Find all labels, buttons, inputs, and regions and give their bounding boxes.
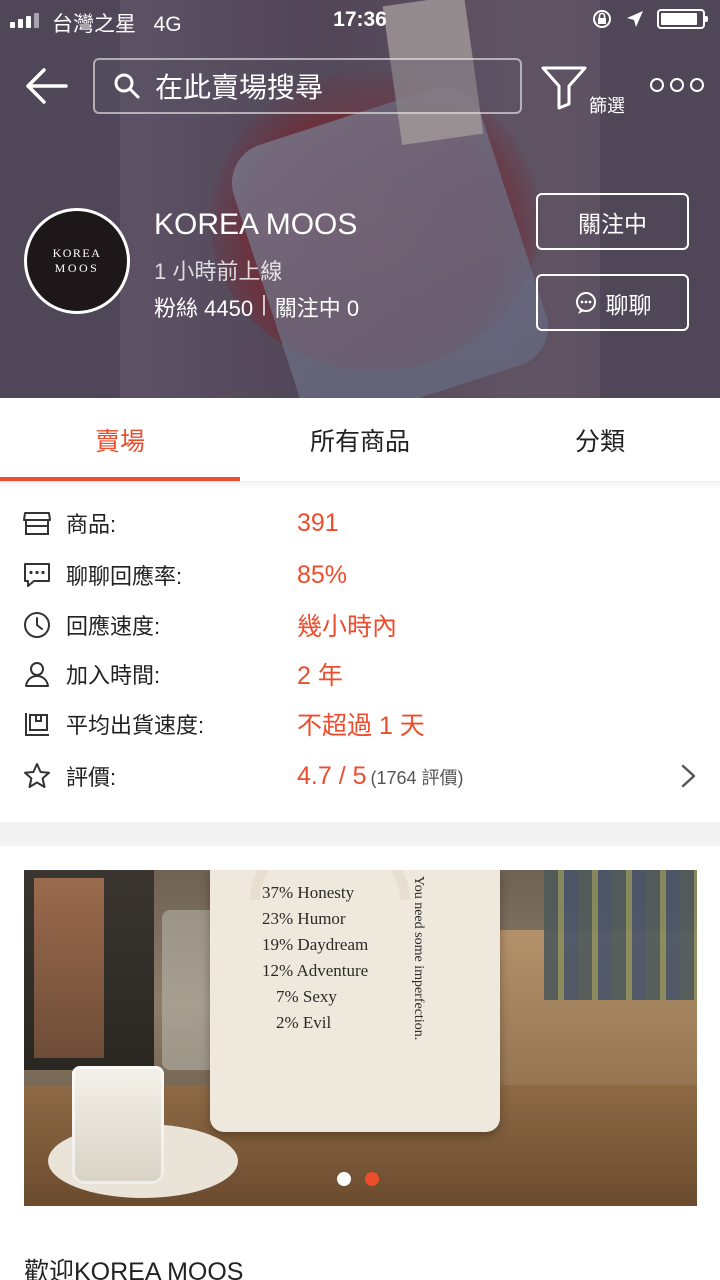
shop-avatar[interactable]: KOREA MOOS bbox=[24, 208, 130, 314]
info-value: 不超過 1 天 bbox=[297, 712, 425, 740]
carousel-dot-active[interactable] bbox=[365, 1172, 379, 1186]
chat-button-label: 聊聊 bbox=[605, 291, 652, 318]
info-value: 85% bbox=[297, 560, 348, 589]
search-icon bbox=[114, 73, 140, 99]
tote-line: 2% Evil bbox=[276, 1013, 332, 1032]
info-row-products: 商品: 391 bbox=[0, 498, 720, 548]
tote-side-text: You need some imperfection. bbox=[411, 876, 426, 1041]
clock-icon bbox=[24, 612, 50, 638]
banner-plaid-cloth bbox=[544, 870, 697, 1000]
info-row-chat-rate: 聊聊回應率: 85% bbox=[0, 550, 720, 600]
tab-shop[interactable]: 賣場 bbox=[0, 398, 240, 481]
banner-tote-bag: 37% Honesty 23% Humor 19% Daydream 12% A… bbox=[210, 870, 500, 1132]
last-online-status: 1 小時前上線 bbox=[154, 259, 283, 284]
shop-name: KOREA MOOS bbox=[154, 208, 358, 241]
info-label: 評價: bbox=[66, 765, 117, 790]
tote-line: 12% Adventure bbox=[262, 961, 369, 980]
followers-count[interactable]: 粉絲 4450 bbox=[154, 291, 253, 323]
info-value: 幾小時內 bbox=[297, 613, 398, 641]
store-icon bbox=[23, 512, 51, 535]
user-icon bbox=[25, 662, 49, 687]
follow-button[interactable]: 關注中 bbox=[536, 193, 689, 250]
rating-count: (1764 評價) bbox=[370, 767, 464, 788]
filter-button[interactable]: 篩選 bbox=[540, 64, 630, 116]
carousel-indicator bbox=[337, 1172, 379, 1186]
info-row-response-speed: 回應速度: 幾小時內 bbox=[0, 600, 720, 650]
location-arrow-icon bbox=[627, 11, 643, 27]
shipping-box-icon bbox=[25, 713, 49, 736]
follow-button-label: 關注中 bbox=[578, 210, 647, 237]
info-row-shipping: 平均出貨速度: 不超過 1 天 bbox=[0, 699, 720, 749]
chat-button[interactable]: 聊聊 bbox=[536, 274, 689, 331]
status-bar: 台灣之星 4G 17:36 bbox=[0, 0, 720, 40]
avatar-logo-text-2: MOOS bbox=[54, 261, 100, 275]
info-row-rating[interactable]: 評價: 4.7 / 5 (1764 評價) bbox=[0, 751, 720, 801]
carousel-dot[interactable] bbox=[337, 1172, 351, 1186]
avatar-logo-text: KOREA bbox=[52, 246, 102, 260]
tab-divider bbox=[0, 482, 720, 490]
rating-value: 4.7 / 5 (1764 評價) bbox=[297, 762, 464, 791]
chat-icon bbox=[575, 291, 596, 314]
back-arrow-icon[interactable] bbox=[22, 64, 70, 108]
info-value: 391 bbox=[297, 508, 339, 537]
info-label: 商品: bbox=[66, 512, 117, 537]
filter-label: 篩選 bbox=[589, 96, 625, 116]
chevron-right-icon[interactable] bbox=[680, 763, 698, 789]
tote-line: 19% Daydream bbox=[262, 935, 369, 954]
welcome-text: 歡迎KOREA MOOS bbox=[24, 1258, 244, 1280]
filter-icon bbox=[541, 66, 587, 110]
tote-line: 7% Sexy bbox=[276, 987, 337, 1006]
shop-tabs: 賣場 所有商品 分類 bbox=[0, 398, 720, 482]
star-icon bbox=[24, 763, 50, 788]
shop-banner-carousel[interactable]: 37% Honesty 23% Humor 19% Daydream 12% A… bbox=[24, 870, 697, 1206]
info-row-joined: 加入時間: 2 年 bbox=[0, 649, 720, 699]
following-count[interactable]: 關注中 0 bbox=[275, 291, 359, 323]
tab-all-products[interactable]: 所有商品 bbox=[240, 398, 480, 481]
info-label: 平均出貨速度: bbox=[66, 713, 205, 738]
tote-line: 23% Humor bbox=[262, 909, 346, 928]
info-label: 加入時間: bbox=[66, 663, 161, 688]
tote-bag-text: 37% Honesty 23% Humor 19% Daydream 12% A… bbox=[262, 880, 368, 1036]
tote-line: 37% Honesty bbox=[262, 883, 355, 902]
info-label: 回應速度: bbox=[66, 614, 161, 639]
shop-stats: 粉絲 4450 | 關注中 0 bbox=[154, 291, 359, 323]
stats-separator: | bbox=[261, 291, 267, 316]
battery-icon bbox=[657, 9, 708, 29]
search-placeholder: 在此賣場搜尋 bbox=[155, 72, 324, 103]
info-label: 聊聊回應率: bbox=[66, 564, 183, 589]
search-input[interactable]: 在此賣場搜尋 bbox=[93, 58, 522, 114]
section-divider bbox=[0, 822, 720, 846]
banner-candle bbox=[72, 1066, 164, 1184]
rating-score: 4.7 / 5 bbox=[297, 761, 367, 790]
rotation-lock-icon bbox=[593, 10, 611, 28]
banner-window bbox=[24, 870, 154, 1070]
chat-bubble-icon bbox=[24, 563, 50, 587]
more-options-icon[interactable] bbox=[650, 78, 704, 92]
info-value: 2 年 bbox=[297, 662, 343, 690]
tab-categories[interactable]: 分類 bbox=[480, 398, 720, 481]
